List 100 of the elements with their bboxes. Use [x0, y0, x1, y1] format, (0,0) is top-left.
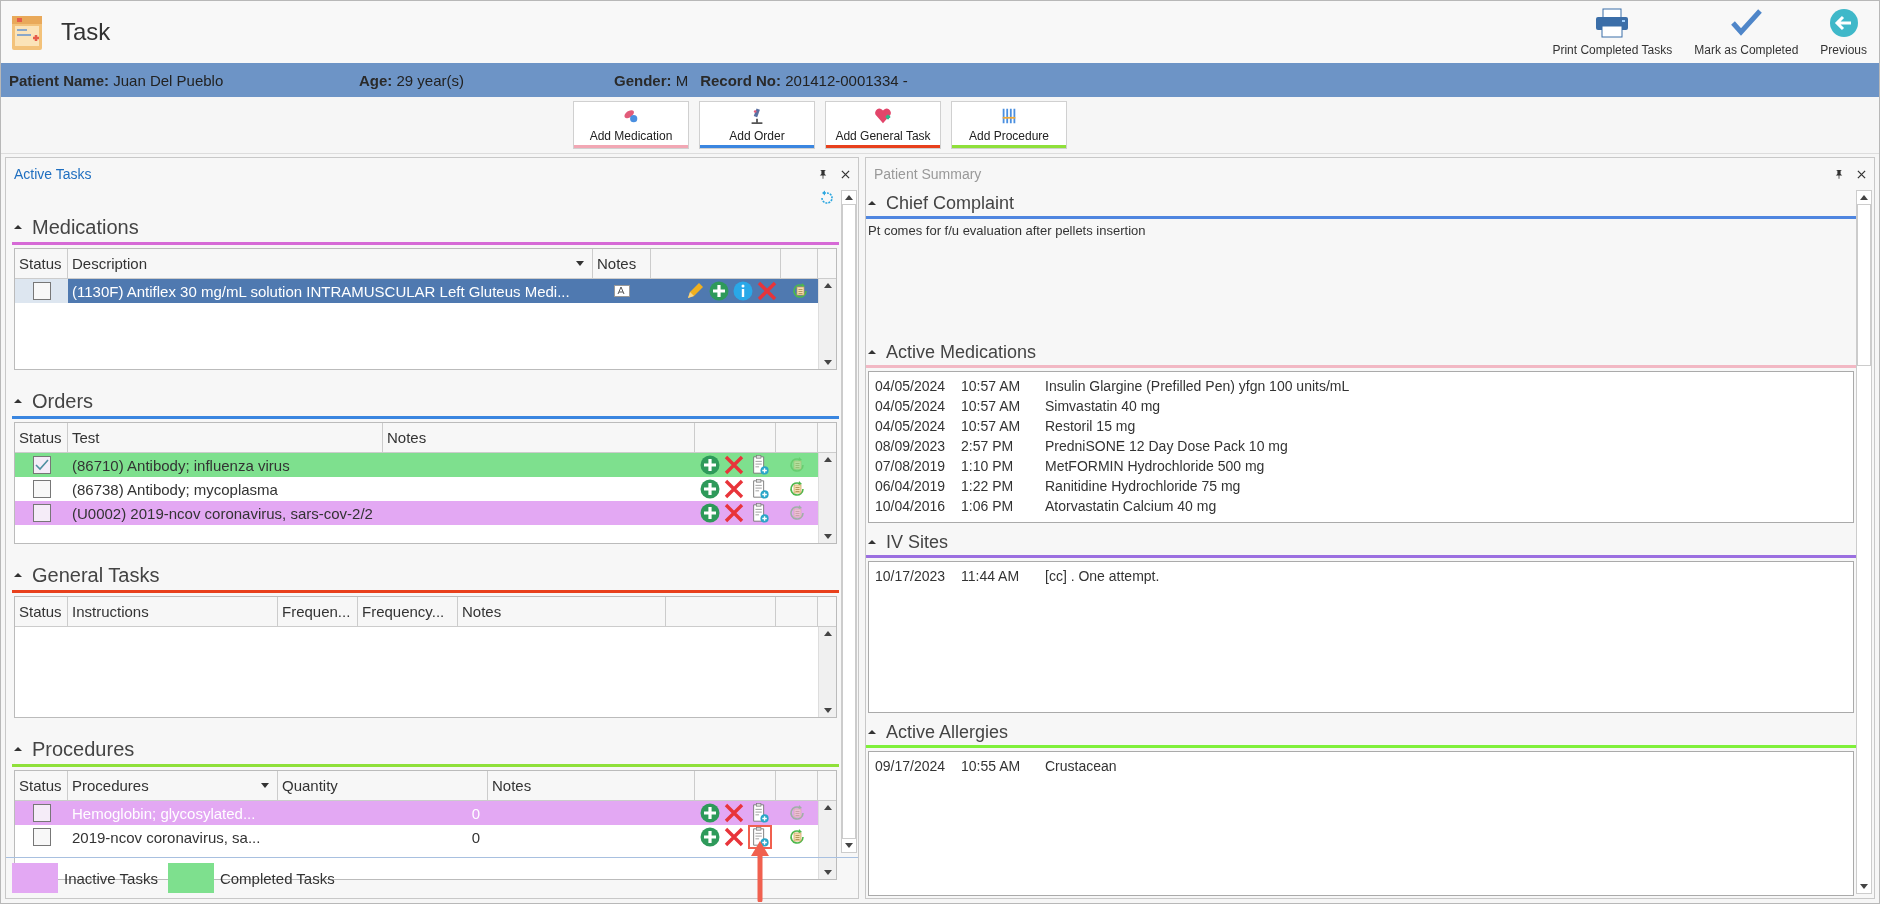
- add-button[interactable]: Add Medication: [573, 101, 689, 149]
- scroll-up-icon[interactable]: [823, 457, 832, 462]
- section-header[interactable]: IV Sites: [866, 529, 1856, 558]
- column-header[interactable]: Frequency...: [358, 597, 458, 626]
- collapse-arrow-icon[interactable]: [868, 349, 876, 355]
- add-icon[interactable]: [700, 455, 720, 475]
- document-add-icon[interactable]: [750, 503, 770, 523]
- collapse-arrow-icon[interactable]: [14, 572, 22, 578]
- delete-icon[interactable]: [724, 503, 744, 523]
- collapse-arrow-icon[interactable]: [14, 224, 22, 230]
- add-icon[interactable]: [700, 479, 720, 499]
- column-header[interactable]: Notes: [383, 423, 695, 452]
- status-checkbox[interactable]: [32, 804, 51, 822]
- status-checkbox[interactable]: [32, 456, 51, 474]
- table-row[interactable]: (86710) Antibody; influenza virus: [15, 453, 818, 477]
- add-icon[interactable]: [700, 503, 720, 523]
- info-icon[interactable]: [733, 281, 753, 301]
- dropdown-arrow-icon[interactable]: [576, 261, 584, 266]
- column-header[interactable]: Status: [15, 771, 68, 800]
- scrollbar[interactable]: [818, 627, 836, 717]
- collapse-arrow-icon[interactable]: [14, 398, 22, 404]
- add-icon[interactable]: [700, 827, 720, 847]
- collapse-arrow-icon[interactable]: [868, 200, 876, 206]
- scroll-up-icon[interactable]: [823, 283, 832, 288]
- toolbar-button[interactable]: Print Completed Tasks: [1548, 5, 1677, 59]
- pills-icon: [622, 107, 640, 125]
- column-header[interactable]: Instructions: [68, 597, 278, 626]
- delete-icon[interactable]: [724, 803, 744, 823]
- add-icon[interactable]: [709, 281, 729, 301]
- toolbar-button[interactable]: Mark as Completed: [1690, 5, 1803, 59]
- delete-icon[interactable]: [724, 827, 744, 847]
- status-checkbox[interactable]: [32, 282, 51, 300]
- scroll-up-icon[interactable]: [823, 805, 832, 810]
- scrollbar[interactable]: [841, 190, 857, 853]
- entry-time: 10:57 AM: [961, 378, 1022, 394]
- legend-label: Completed Tasks: [219, 869, 335, 887]
- status-checkbox[interactable]: [32, 480, 51, 498]
- column-header[interactable]: Notes: [488, 771, 695, 800]
- restore-icon[interactable]: [787, 827, 807, 847]
- column-header[interactable]: Test: [68, 423, 383, 452]
- column-header[interactable]: Procedures: [68, 771, 278, 800]
- column-header[interactable]: Quantity: [278, 771, 488, 800]
- column-header[interactable]: Frequen...: [278, 597, 358, 626]
- scroll-thumb[interactable]: [1857, 204, 1871, 366]
- scroll-up-icon[interactable]: [1860, 195, 1868, 200]
- pin-icon[interactable]: [819, 169, 827, 179]
- section-header[interactable]: Active Allergies: [866, 719, 1856, 748]
- document-add-icon[interactable]: [750, 803, 770, 823]
- scrollbar[interactable]: [1856, 190, 1872, 894]
- scrollbar[interactable]: [818, 801, 836, 879]
- status-checkbox[interactable]: [32, 504, 51, 522]
- status-checkbox[interactable]: [32, 828, 51, 846]
- section-header[interactable]: Orders: [12, 386, 839, 419]
- pin-icon[interactable]: [1835, 169, 1843, 179]
- document-add-icon[interactable]: [750, 827, 770, 847]
- scroll-thumb[interactable]: [842, 204, 856, 839]
- scroll-up-icon[interactable]: [823, 631, 832, 636]
- dropdown-arrow-icon[interactable]: [261, 783, 269, 788]
- add-button[interactable]: Add Procedure: [951, 101, 1067, 149]
- scroll-down-icon[interactable]: [823, 534, 832, 539]
- column-header[interactable]: Notes: [458, 597, 666, 626]
- column-header[interactable]: Status: [15, 597, 68, 626]
- table-row[interactable]: (1130F) Antiflex 30 mg/mL solution INTRAMUSCULAR Left Gluteus Medi...: [15, 279, 818, 303]
- scroll-down-icon[interactable]: [845, 843, 853, 848]
- note-icon[interactable]: [614, 285, 630, 297]
- table-row[interactable]: (U0002) 2019-ncov coronavirus, sars-cov-2/2: [15, 501, 818, 525]
- scrollbar[interactable]: [818, 279, 836, 369]
- column-header[interactable]: Status: [15, 423, 68, 452]
- scroll-down-icon[interactable]: [823, 360, 832, 365]
- close-icon[interactable]: [1857, 169, 1866, 179]
- scroll-down-icon[interactable]: [823, 870, 832, 875]
- column-header[interactable]: Status: [15, 249, 68, 278]
- scroll-down-icon[interactable]: [1860, 884, 1868, 889]
- section-header[interactable]: Active Medications: [866, 339, 1856, 368]
- collapse-arrow-icon[interactable]: [868, 539, 876, 545]
- scrollbar[interactable]: [818, 453, 836, 543]
- section-header[interactable]: Medications: [12, 212, 839, 245]
- delete-icon[interactable]: [724, 455, 744, 475]
- scroll-up-icon[interactable]: [845, 195, 853, 200]
- add-button[interactable]: Add Order: [699, 101, 815, 149]
- toolbar-button[interactable]: Previous: [1816, 5, 1871, 59]
- collapse-arrow-icon[interactable]: [868, 729, 876, 735]
- collapse-arrow-icon[interactable]: [14, 746, 22, 752]
- section-header[interactable]: Procedures: [12, 734, 839, 767]
- add-icon[interactable]: [700, 803, 720, 823]
- close-icon[interactable]: [841, 169, 850, 179]
- pencil-icon[interactable]: [685, 281, 705, 301]
- refresh-icon[interactable]: [819, 190, 835, 206]
- section-header[interactable]: General Tasks: [12, 560, 839, 593]
- document-add-icon[interactable]: [750, 455, 770, 475]
- column-header[interactable]: Description: [68, 249, 593, 278]
- section-header[interactable]: Chief Complaint: [866, 190, 1856, 219]
- add-button[interactable]: Add General Task: [825, 101, 941, 149]
- scroll-down-icon[interactable]: [823, 708, 832, 713]
- entry-time: 2:57 PM: [961, 438, 1015, 454]
- document-add-icon[interactable]: [750, 479, 770, 499]
- entry-text: PredniSONE 12 Day Dose Pack 10 mg: [1045, 438, 1288, 454]
- delete-icon[interactable]: [724, 479, 744, 499]
- column-header[interactable]: Notes: [593, 249, 651, 278]
- restore-icon[interactable]: [787, 479, 807, 499]
